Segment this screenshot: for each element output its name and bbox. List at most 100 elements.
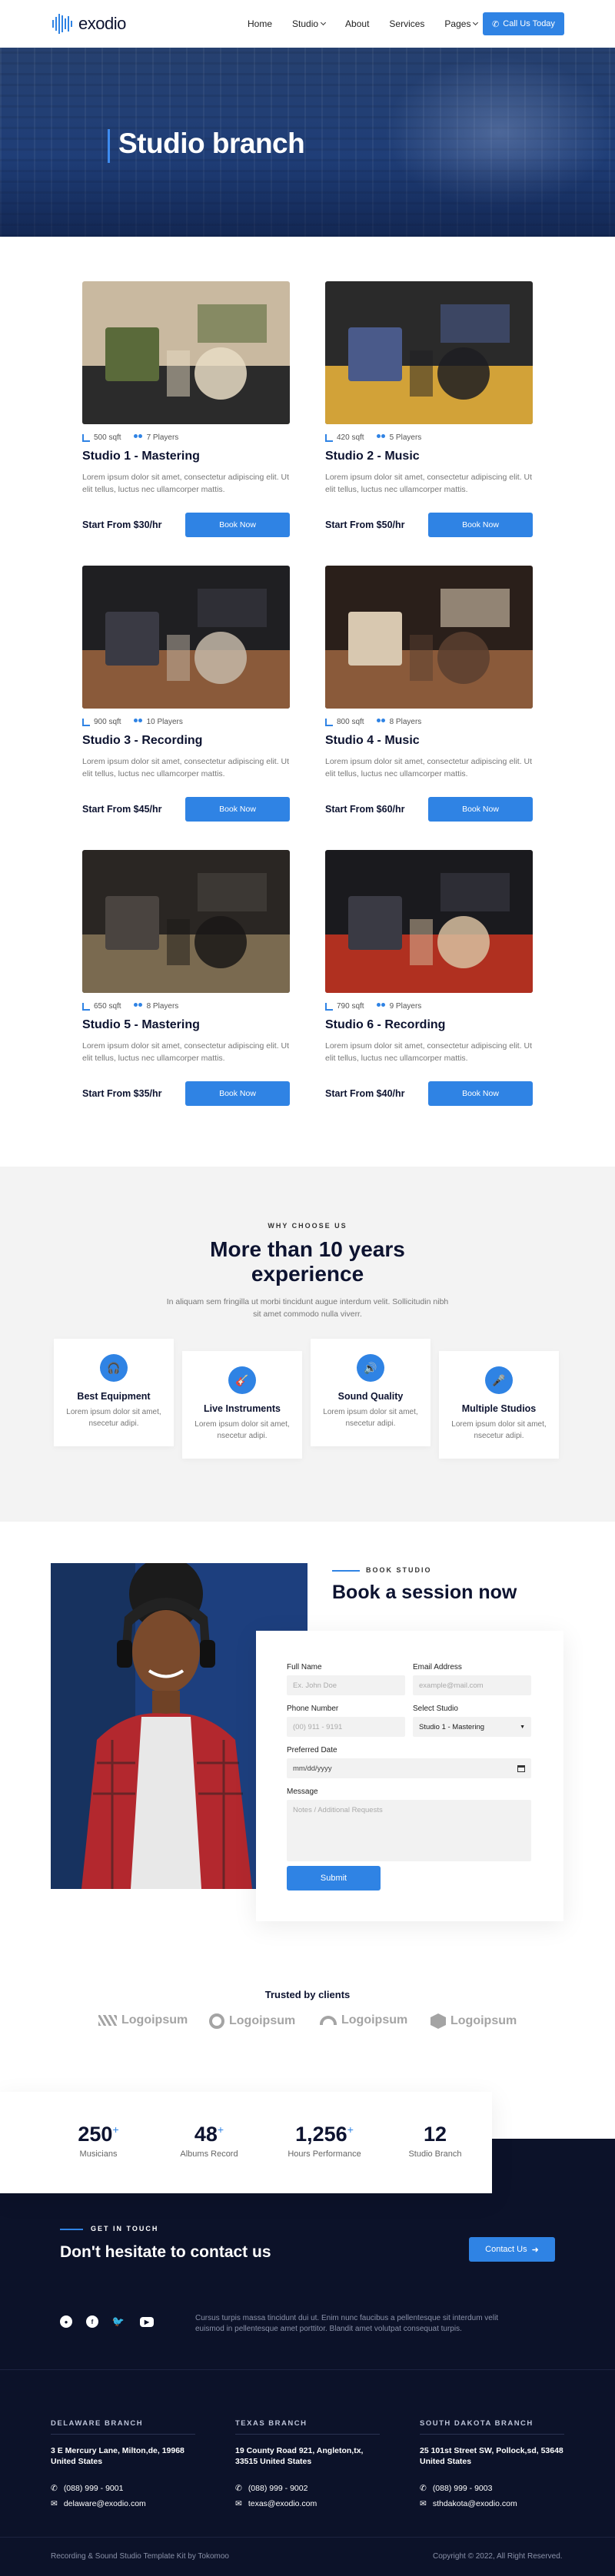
studio-photo <box>325 281 533 424</box>
client-logo: Logoipsum <box>98 2013 188 2027</box>
stat-value: 48 <box>194 2123 218 2146</box>
client-logo-text: Logoipsum <box>341 2013 408 2027</box>
nav-studio-label: Studio <box>292 18 319 29</box>
area-icon <box>82 433 90 442</box>
branch-email[interactable]: ✉ delaware@exodio.com <box>51 2499 195 2508</box>
nav-pages[interactable]: Pages <box>444 18 479 29</box>
email-input[interactable]: example@mail.com <box>413 1675 531 1695</box>
studio-description: Lorem ipsum dolor sit amet, consectetur … <box>325 473 533 494</box>
why-title-line1: More than 10 years <box>210 1237 405 1261</box>
nav-about[interactable]: About <box>345 18 369 29</box>
client-logo-text: Logoipsum <box>450 2014 517 2027</box>
branch-phone[interactable]: ✆ (088) 999 - 9003 <box>420 2484 564 2493</box>
studio-price: Start From $35/hr <box>82 1088 162 1099</box>
logoipsum-icon <box>98 2015 117 2026</box>
users-icon <box>133 434 143 441</box>
branch-divider <box>235 2434 380 2435</box>
studio-price: Start From $30/hr <box>82 520 162 530</box>
users-icon <box>133 719 143 725</box>
nav-about-label: About <box>345 18 370 29</box>
feature-card: 🎸 Live Instruments Lorem ipsum dolor sit… <box>182 1351 302 1459</box>
studio-title[interactable]: Studio 4 - Music <box>325 734 533 748</box>
studio-players: 8 Players <box>376 718 421 726</box>
call-us-label: Call Us Today <box>503 19 555 28</box>
studio-price: Start From $45/hr <box>82 804 162 815</box>
book-now-button[interactable]: Book Now <box>185 797 290 822</box>
studio-title[interactable]: Studio 6 - Recording <box>325 1018 533 1032</box>
booking-eyebrow-line <box>332 1570 360 1572</box>
studio-title[interactable]: Studio 1 - Mastering <box>82 450 290 463</box>
nav-services[interactable]: Services <box>389 18 424 29</box>
studio-size-label: 500 sqft <box>94 433 121 442</box>
logo-text: exodio <box>78 14 126 33</box>
branch-address-line2: 33515 United States <box>235 2457 312 2466</box>
book-now-button[interactable]: Book Now <box>185 513 290 537</box>
feature-title: Sound Quality <box>337 1391 404 1402</box>
users-icon <box>376 434 386 441</box>
studio-title[interactable]: Studio 5 - Mastering <box>82 1018 290 1032</box>
branch-phone-label: (088) 999 - 9002 <box>248 2484 308 2493</box>
studio-size-label: 650 sqft <box>94 1002 121 1011</box>
studio-photo <box>325 850 533 993</box>
nav-home-label: Home <box>248 18 273 29</box>
feature-card: 🎤 Multiple Studios Lorem ipsum dolor sit… <box>439 1351 559 1459</box>
youtube-icon[interactable]: ▶ <box>140 2317 154 2327</box>
branch-address-line1: 19 County Road 921, Angleton,tx, <box>235 2446 364 2455</box>
branch-address: 19 County Road 921, Angleton,tx, 33515 Un… <box>235 2445 380 2467</box>
feature-desc: Lorem ipsum dolor sit amet, nsecetur adi… <box>194 1420 290 1440</box>
stat-number: 250+ <box>52 2123 145 2146</box>
contact-us-button[interactable]: Contact Us ➜ <box>469 2237 555 2262</box>
branch-email-label: sthdakota@exodio.com <box>432 2499 517 2508</box>
email-label: Email Address <box>413 1663 462 1671</box>
contact-us-label: Contact Us <box>485 2245 527 2254</box>
studio-description: Lorem ipsum dolor sit amet, consectetur … <box>82 1041 290 1063</box>
call-us-button[interactable]: ✆ Call Us Today <box>483 12 564 35</box>
studio-select[interactable]: Studio 1 - Mastering ▼ <box>413 1717 531 1737</box>
phone-input[interactable]: (00) 911 - 9191 <box>287 1717 405 1737</box>
studio-players-label: 5 Players <box>389 433 422 442</box>
date-input[interactable]: mm/dd/yyyy <box>287 1758 531 1778</box>
message-textarea[interactable]: Notes / Additional Requests <box>287 1800 531 1861</box>
nav-home[interactable]: Home <box>248 18 272 29</box>
guitar-icon: 🎸 <box>228 1366 256 1394</box>
studio-players: 5 Players <box>376 433 422 442</box>
logo[interactable]: exodio <box>51 12 126 35</box>
book-now-button[interactable]: Book Now <box>428 1081 533 1106</box>
stat-value: 12 <box>423 2123 447 2146</box>
footer-about-line2: euismod in pellentesque amet porttitor. … <box>195 2325 462 2333</box>
branch-email[interactable]: ✉ sthdakota@exodio.com <box>420 2499 564 2508</box>
book-now-button[interactable]: Book Now <box>428 513 533 537</box>
studio-footer: Start From $60/hr Book Now <box>325 797 533 822</box>
branch-address-line2: United States <box>420 2457 472 2466</box>
main-nav: Home Studio About Services Pages <box>248 18 479 29</box>
studio-title[interactable]: Studio 2 - Music <box>325 450 533 463</box>
hero-accent-bar <box>108 129 110 163</box>
book-now-button[interactable]: Book Now <box>185 1081 290 1106</box>
studio-size: 790 sqft <box>325 1002 364 1011</box>
studio-size: 800 sqft <box>325 718 364 726</box>
facebook-icon[interactable]: f <box>86 2315 98 2328</box>
footer-copyright: Copyright © 2022, All Right Reserved. <box>433 2552 563 2561</box>
studio-card: 790 sqft 9 Players Studio 6 - Recording … <box>325 850 533 1106</box>
branch-phone[interactable]: ✆ (088) 999 - 9002 <box>235 2484 380 2493</box>
area-icon <box>325 1002 333 1011</box>
dribbble-icon[interactable]: ● <box>60 2315 72 2328</box>
full-name-input[interactable]: Ex. John Doe <box>287 1675 405 1695</box>
client-logo-text: Logoipsum <box>229 2014 296 2027</box>
submit-button[interactable]: Submit <box>287 1866 381 1891</box>
studio-photo <box>82 281 290 424</box>
nav-studio[interactable]: Studio <box>292 18 327 29</box>
studio-description: Lorem ipsum dolor sit amet, consectetur … <box>82 757 290 778</box>
book-now-button[interactable]: Book Now <box>428 797 533 822</box>
stat-label: Albums Record <box>180 2149 238 2159</box>
area-icon <box>82 1002 90 1011</box>
headphones-icon: 🎧 <box>100 1354 128 1382</box>
studio-illustration <box>325 566 533 709</box>
branch-phone-label: (088) 999 - 9001 <box>63 2484 124 2493</box>
client-logo: Logoipsum <box>320 2013 407 2027</box>
studio-title[interactable]: Studio 3 - Recording <box>82 734 290 748</box>
twitter-icon[interactable]: 🐦 <box>112 2315 125 2328</box>
branch-email[interactable]: ✉ texas@exodio.com <box>235 2499 380 2508</box>
studio-footer: Start From $35/hr Book Now <box>82 1081 290 1106</box>
branch-phone[interactable]: ✆ (088) 999 - 9001 <box>51 2484 195 2493</box>
